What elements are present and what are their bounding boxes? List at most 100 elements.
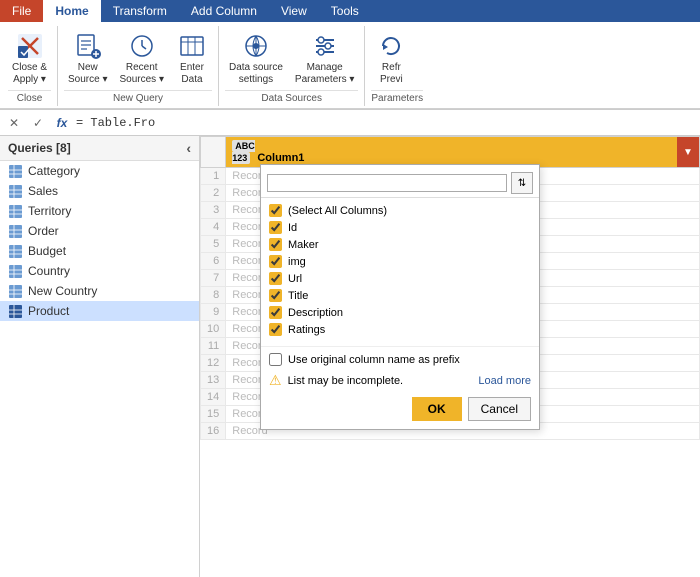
sidebar-item-territory[interactable]: Territory (0, 201, 199, 221)
row-number: 14 (201, 389, 226, 406)
sidebar-item-new-country[interactable]: New Country (0, 281, 199, 301)
new-query-group-label: New Query (64, 90, 212, 104)
load-more-link[interactable]: Load more (478, 375, 531, 387)
parameters-group-label: Parameters (371, 90, 423, 104)
dropdown-item-0[interactable]: (Select All Columns) (269, 202, 531, 219)
dropdown-item-label-4: Url (288, 273, 302, 285)
dropdown-separator (261, 346, 539, 347)
manage-parameters-icon (309, 30, 341, 62)
dropdown-btn-row: OK Cancel (261, 393, 539, 425)
tab-file[interactable]: File (0, 0, 43, 22)
data-area: ABC123 Column1 ▼ 1 Record2 Record3 Recor… (200, 136, 700, 577)
dropdown-item-label-3: img (288, 256, 306, 268)
sidebar-item-label: Country (28, 264, 70, 278)
dropdown-item-3[interactable]: img (269, 253, 531, 270)
cancel-button[interactable]: Cancel (468, 397, 531, 421)
formula-cancel-button[interactable]: ✕ (4, 113, 24, 133)
dropdown-checkbox-3[interactable] (269, 255, 282, 268)
sidebar-item-country[interactable]: Country (0, 261, 199, 281)
formula-input[interactable] (76, 116, 696, 130)
sidebar-item-label: Order (28, 224, 59, 238)
row-number: 8 (201, 287, 226, 304)
dropdown-sort-button[interactable]: ⇅ (511, 172, 533, 194)
new-source-button[interactable]: NewSource ▾ (64, 28, 111, 88)
dropdown-search-input[interactable] (267, 174, 507, 192)
dropdown-checkbox-1[interactable] (269, 221, 282, 234)
close-apply-button[interactable]: Close &Apply ▾ (8, 28, 51, 88)
manage-parameters-button[interactable]: ManageParameters ▾ (291, 28, 358, 88)
row-number: 10 (201, 321, 226, 338)
ribbon: File Home Transform Add Column View Tool… (0, 0, 700, 110)
sidebar-collapse-button[interactable]: ‹ (186, 140, 191, 156)
sidebar-item-cattegory[interactable]: Cattegory (0, 161, 199, 181)
refresh-preview-label: RefrPrevi (380, 62, 403, 86)
dropdown-item-6[interactable]: Description (269, 304, 531, 321)
tab-add-column[interactable]: Add Column (179, 0, 269, 22)
data-source-settings-button[interactable]: Data sourcesettings (225, 28, 287, 88)
column-filter-button[interactable]: ▼ (677, 137, 699, 167)
sidebar-item-budget[interactable]: Budget (0, 241, 199, 261)
refresh-preview-button[interactable]: RefrPrevi (371, 28, 411, 88)
formula-fx-button[interactable]: fx (52, 113, 72, 133)
new-source-label: NewSource ▾ (68, 62, 107, 86)
row-number: 6 (201, 253, 226, 270)
table-icon (8, 304, 22, 318)
formula-confirm-button[interactable]: ✓ (28, 113, 48, 133)
dropdown-item-4[interactable]: Url (269, 270, 531, 287)
warning-icon: ⚠ (269, 372, 282, 389)
dropdown-item-2[interactable]: Maker (269, 236, 531, 253)
dropdown-item-5[interactable]: Title (269, 287, 531, 304)
sidebar-item-sales[interactable]: Sales (0, 181, 199, 201)
sidebar-item-product[interactable]: Product (0, 301, 199, 321)
sidebar-item-label: Sales (28, 184, 58, 198)
queries-header-label: Queries [8] (8, 141, 71, 155)
dropdown-checkbox-4[interactable] (269, 272, 282, 285)
table-icon (8, 224, 22, 238)
table-icon (8, 264, 22, 278)
tab-tools[interactable]: Tools (319, 0, 371, 22)
tab-home[interactable]: Home (43, 0, 100, 22)
dropdown-checkbox-5[interactable] (269, 289, 282, 302)
enter-data-button[interactable]: EnterData (172, 28, 212, 88)
row-number: 12 (201, 355, 226, 372)
enter-data-label: EnterData (180, 62, 204, 86)
refresh-preview-icon (375, 30, 407, 62)
sidebar-item-label: New Country (28, 284, 97, 298)
enter-data-icon (176, 30, 208, 62)
dropdown-list: (Select All Columns) Id Maker img Url Ti… (261, 198, 539, 342)
sidebar: Queries [8] ‹ Cattegory Sales Territory … (0, 136, 200, 577)
row-number: 9 (201, 304, 226, 321)
row-number: 13 (201, 372, 226, 389)
column1-name: Column1 (257, 152, 304, 164)
sidebar-item-label: Product (28, 304, 69, 318)
dropdown-checkbox-2[interactable] (269, 238, 282, 251)
prefix-checkbox[interactable] (269, 353, 282, 366)
dropdown-checkbox-0[interactable] (269, 204, 282, 217)
ok-button[interactable]: OK (412, 397, 462, 421)
row-number: 15 (201, 406, 226, 423)
dropdown-item-label-7: Ratings (288, 324, 325, 336)
formula-bar: ✕ ✓ fx (0, 110, 700, 136)
table-icon (8, 244, 22, 258)
tab-transform[interactable]: Transform (101, 0, 179, 22)
dropdown-checkbox-7[interactable] (269, 323, 282, 336)
data-sources-group-label: Data Sources (225, 90, 358, 104)
dropdown-checkbox-6[interactable] (269, 306, 282, 319)
column1-header: ABC123 Column1 ▼ (226, 137, 700, 168)
dropdown-item-label-6: Description (288, 307, 343, 319)
dropdown-item-7[interactable]: Ratings (269, 321, 531, 338)
sidebar-item-order[interactable]: Order (0, 221, 199, 241)
recent-sources-button[interactable]: RecentSources ▾ (116, 28, 168, 88)
dropdown-search: ⇅ (261, 169, 539, 198)
ribbon-group-close: Close &Apply ▾ Close (2, 26, 58, 106)
dropdown-panel: ⇅ (Select All Columns) Id Maker img Url … (260, 164, 540, 430)
main-area: Queries [8] ‹ Cattegory Sales Territory … (0, 136, 700, 577)
sidebar-item-label: Budget (28, 244, 66, 258)
tab-view[interactable]: View (269, 0, 319, 22)
manage-parameters-label: ManageParameters ▾ (295, 62, 354, 86)
dropdown-item-1[interactable]: Id (269, 219, 531, 236)
row-number: 16 (201, 423, 226, 440)
close-group-label: Close (8, 90, 51, 104)
ribbon-body: Close &Apply ▾ Close (0, 22, 700, 109)
data-source-settings-label: Data sourcesettings (229, 62, 283, 86)
